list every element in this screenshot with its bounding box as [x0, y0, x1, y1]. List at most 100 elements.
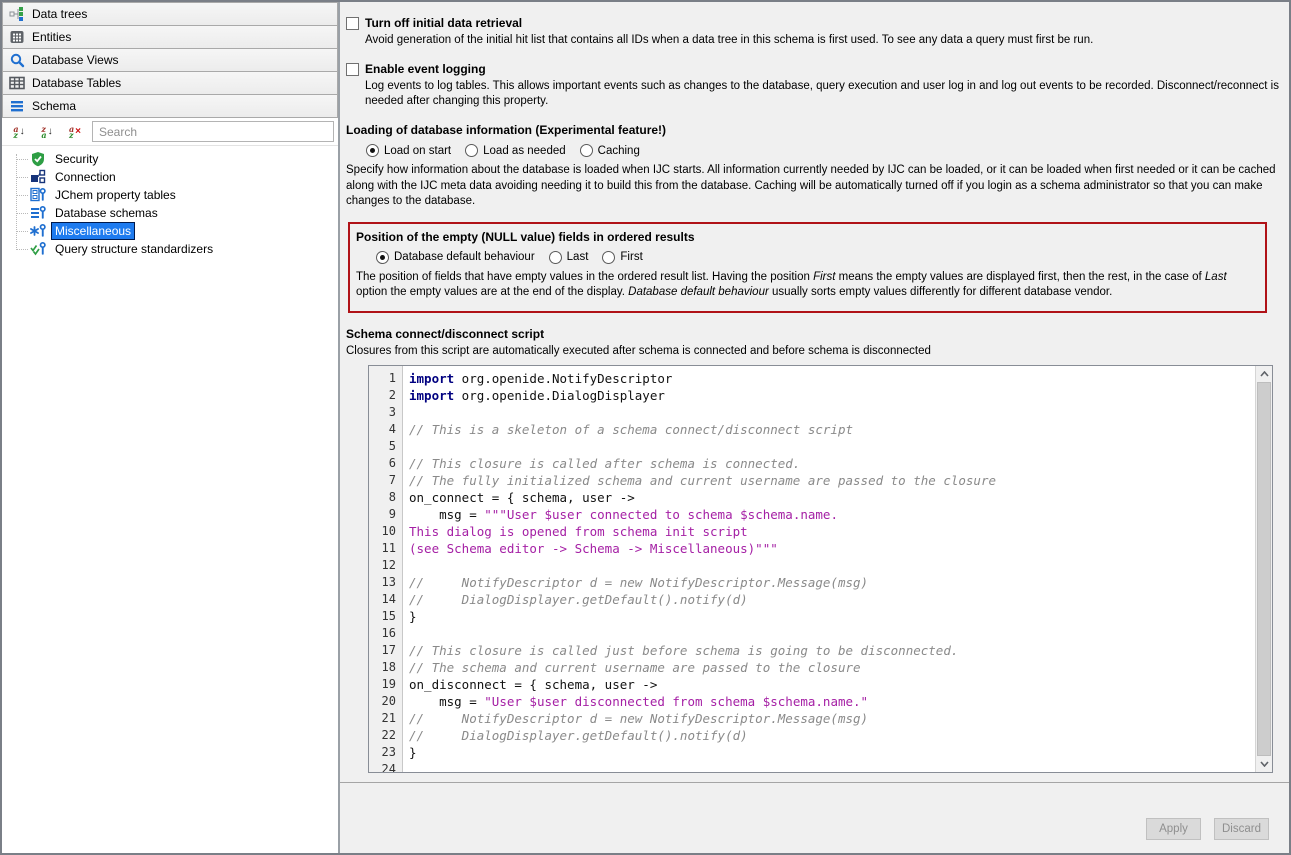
sidebar-item-label: Database Views	[32, 53, 119, 67]
line-number-gutter: 123456789101112131415161718192021222324	[369, 366, 403, 772]
clear-sort-button[interactable]: az ×	[64, 123, 86, 141]
tree-item-connection[interactable]: Connection	[2, 168, 338, 186]
code-line: // NotifyDescriptor d = new NotifyDescri…	[409, 574, 1272, 591]
line-number: 13	[369, 574, 402, 591]
code-line: }	[409, 608, 1272, 625]
line-number: 10	[369, 523, 402, 540]
line-number: 9	[369, 506, 402, 523]
tree-item-miscellaneous[interactable]: Miscellaneous	[2, 222, 338, 240]
code-line: // This closure is called after schema i…	[409, 455, 1272, 472]
discard-button[interactable]: Discard	[1214, 818, 1269, 840]
last-radio[interactable]: Last	[549, 251, 589, 264]
code-area[interactable]: import org.openide.NotifyDescriptorimpor…	[403, 366, 1272, 772]
enable-event-logging-checkbox[interactable]	[346, 63, 359, 76]
data-trees-icon	[9, 6, 25, 22]
code-line: // This closure is called just before sc…	[409, 642, 1272, 659]
sort-descending-button[interactable]: za ↓	[36, 123, 58, 141]
clear-sort-x-icon: ×	[75, 127, 81, 137]
sort-down-arrow-icon: ↓	[20, 127, 25, 137]
line-number: 8	[369, 489, 402, 506]
code-line	[409, 438, 1272, 455]
code-line: // The schema and current username are p…	[409, 659, 1272, 676]
line-number: 6	[369, 455, 402, 472]
line-number: 14	[369, 591, 402, 608]
database-default-behaviour-radio[interactable]: Database default behaviour	[376, 251, 535, 264]
line-number: 21	[369, 710, 402, 727]
tree-toolbar: az ↓ za ↓ az ×	[2, 118, 338, 146]
code-line: on_disconnect = { schema, user ->	[409, 676, 1272, 693]
line-number: 18	[369, 659, 402, 676]
scroll-down-icon[interactable]	[1256, 756, 1272, 772]
code-line: on_connect = { schema, user ->	[409, 489, 1272, 506]
tree-item-database-schemas[interactable]: Database schemas	[2, 204, 338, 222]
scrollbar-thumb[interactable]	[1257, 382, 1271, 756]
tree-item-jchem-property-tables[interactable]: JChem property tables	[2, 186, 338, 204]
tree-item-label: JChem property tables	[52, 187, 179, 203]
code-line: // The fully initialized schema and curr…	[409, 472, 1272, 489]
sidebar-item-data-trees[interactable]: Data trees	[2, 2, 338, 26]
turn-off-initial-data-retrieval-checkbox[interactable]	[346, 17, 359, 30]
line-number: 3	[369, 404, 402, 421]
script-section-title: Schema connect/disconnect script	[346, 327, 1281, 341]
code-line: // NotifyDescriptor d = new NotifyDescri…	[409, 710, 1272, 727]
tree-item-query-structure-standardizers[interactable]: Query structure standardizers	[2, 240, 338, 258]
miscellaneous-icon	[30, 223, 46, 239]
code-line: msg = "User $user disconnected from sche…	[409, 693, 1272, 710]
scroll-up-icon[interactable]	[1256, 366, 1272, 382]
code-line: msg = """User $user connected to schema …	[409, 506, 1272, 523]
checkbox-description: Log events to log tables. This allows im…	[365, 79, 1281, 109]
query-structure-standardizers-icon	[30, 241, 46, 257]
jchem-property-tables-icon	[30, 187, 46, 203]
caching-radio[interactable]: Caching	[580, 144, 640, 157]
code-line: }	[409, 744, 1272, 761]
sort-down-arrow-icon: ↓	[48, 127, 53, 137]
code-line	[409, 404, 1272, 421]
tree-item-security[interactable]: Security	[2, 150, 338, 168]
sort-ascending-button[interactable]: az ↓	[8, 123, 30, 141]
null-position-radio-group: Database default behaviour Last First	[376, 251, 1257, 264]
first-radio[interactable]: First	[602, 251, 642, 264]
load-as-needed-radio[interactable]: Load as needed	[465, 144, 566, 157]
null-position-highlight-box: Position of the empty (NULL value) field…	[348, 222, 1267, 313]
load-on-start-radio[interactable]: Load on start	[366, 144, 451, 157]
line-number: 24	[369, 761, 402, 773]
line-number: 23	[369, 744, 402, 761]
code-line	[409, 557, 1272, 574]
checkbox-label: Turn off initial data retrieval	[365, 16, 522, 30]
code-line: // DialogDisplayer.getDefault().notify(d…	[409, 727, 1272, 744]
code-line: // DialogDisplayer.getDefault().notify(d…	[409, 591, 1272, 608]
sidebar: Data trees Entities Database Views Datab…	[2, 2, 340, 853]
line-number: 16	[369, 625, 402, 642]
apply-button[interactable]: Apply	[1146, 818, 1201, 840]
sidebar-item-database-views[interactable]: Database Views	[2, 48, 338, 72]
script-code-editor[interactable]: 123456789101112131415161718192021222324 …	[368, 365, 1273, 773]
database-views-icon	[9, 52, 25, 68]
loading-description: Specify how information about the databa…	[346, 163, 1281, 210]
connection-icon	[30, 169, 46, 185]
line-number: 20	[369, 693, 402, 710]
line-number: 4	[369, 421, 402, 438]
line-number: 19	[369, 676, 402, 693]
search-input[interactable]	[92, 121, 334, 142]
line-number: 1	[369, 370, 402, 387]
sidebar-item-label: Entities	[32, 30, 71, 44]
tree-item-label: Security	[52, 151, 101, 167]
line-number: 12	[369, 557, 402, 574]
script-description: Closures from this script are automatica…	[346, 344, 1281, 359]
editor-scrollbar[interactable]	[1255, 366, 1272, 772]
code-line: import org.openide.NotifyDescriptor	[409, 370, 1272, 387]
code-line	[409, 625, 1272, 642]
security-icon	[30, 151, 46, 167]
footer: Apply Discard	[340, 783, 1289, 854]
null-position-description: The position of fields that have empty v…	[356, 270, 1257, 301]
line-number: 22	[369, 727, 402, 744]
database-tables-icon	[9, 75, 25, 91]
sidebar-item-label: Schema	[32, 99, 76, 113]
tree-item-label: Connection	[52, 169, 119, 185]
sidebar-item-database-tables[interactable]: Database Tables	[2, 71, 338, 95]
checkbox-description: Avoid generation of the initial hit list…	[365, 33, 1281, 48]
entities-icon	[9, 29, 25, 45]
sidebar-item-schema[interactable]: Schema	[2, 94, 338, 118]
code-line: This dialog is opened from schema init s…	[409, 523, 1272, 540]
sidebar-item-entities[interactable]: Entities	[2, 25, 338, 49]
